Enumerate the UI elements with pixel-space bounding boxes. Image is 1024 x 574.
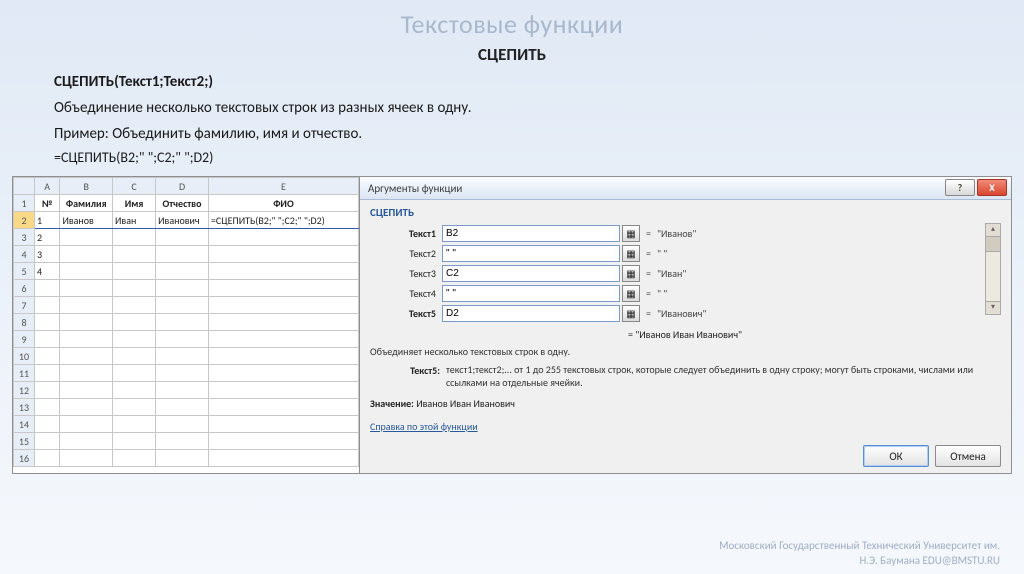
slide-title: Текстовые функции — [0, 0, 1024, 40]
col-header-a[interactable]: A — [34, 178, 59, 195]
spreadsheet: A B C D E 1 № Фамилия Имя Отчество ФИО 2… — [13, 177, 359, 473]
arg-input-3[interactable] — [442, 265, 620, 282]
value-result: Иванов Иван Иванович — [416, 397, 515, 410]
cell[interactable]: 3 — [34, 246, 59, 263]
row-header[interactable]: 13 — [14, 399, 35, 416]
range-picker-icon[interactable]: ▦ — [622, 245, 640, 262]
cell[interactable]: Отчество — [156, 195, 209, 212]
function-arguments-dialog: Аргументы функции ? X СЦЕПИТЬ Текст1▦="И… — [359, 177, 1011, 473]
arg-input-1[interactable] — [442, 225, 620, 242]
row-header[interactable]: 2 — [14, 212, 35, 229]
row-header[interactable]: 9 — [14, 331, 35, 348]
scroll-down-icon[interactable]: ▾ — [986, 301, 1000, 314]
footer-line-2: Н.Э. Баумана EDU@BMSTU.RU — [719, 554, 1000, 568]
function-hint: Объединяет несколько текстовых строк в о… — [370, 345, 1001, 358]
syntax-line: СЦЕПИТЬ(Текст1;Текст2;) — [54, 73, 970, 91]
cell[interactable]: Имя — [113, 195, 156, 212]
arg-input-5[interactable] — [442, 305, 620, 322]
description: Объединение несколько текстовых строк из… — [54, 99, 970, 117]
cell[interactable]: Иванов — [60, 212, 113, 229]
row-header[interactable]: 4 — [14, 246, 35, 263]
corner-cell[interactable] — [14, 178, 35, 195]
slide-subtitle: СЦЕПИТЬ — [0, 44, 1024, 65]
dialog-title: Аргументы функции — [368, 182, 462, 195]
row-header[interactable]: 14 — [14, 416, 35, 433]
scroll-thumb[interactable] — [986, 237, 1000, 252]
arg-result: "Иванов" — [657, 227, 696, 240]
row-header[interactable]: 5 — [14, 263, 35, 280]
arg-input-4[interactable] — [442, 285, 620, 302]
detail-key: Текст5: — [370, 364, 446, 389]
row-header[interactable]: 15 — [14, 433, 35, 450]
row-header[interactable]: 3 — [14, 229, 35, 246]
row-header[interactable]: 6 — [14, 280, 35, 297]
arg-label: Текст1 — [370, 227, 442, 240]
row-header[interactable]: 7 — [14, 297, 35, 314]
range-picker-icon[interactable]: ▦ — [622, 225, 640, 242]
col-header-c[interactable]: C — [113, 178, 156, 195]
footer: Московский Государственный Технический У… — [719, 539, 1000, 568]
example-line: Пример: Объединить фамилию, имя и отчест… — [54, 125, 970, 143]
arg-result: " " — [657, 247, 667, 260]
row-header[interactable]: 1 — [14, 195, 35, 212]
help-link[interactable]: Справка по этой функции — [370, 420, 478, 433]
cell[interactable]: Фамилия — [60, 195, 113, 212]
range-picker-icon[interactable]: ▦ — [622, 285, 640, 302]
row-header[interactable]: 11 — [14, 365, 35, 382]
row-header[interactable]: 10 — [14, 348, 35, 365]
combined-result: = "Иванов Иван Иванович" — [628, 328, 1001, 341]
arg-input-2[interactable] — [442, 245, 620, 262]
cell[interactable]: =СЦЕПИТЬ(B2;" ";C2;" ";D2) — [208, 212, 358, 229]
scroll-up-icon[interactable]: ▴ — [986, 224, 1000, 237]
args-scrollbar[interactable]: ▴▾ — [985, 223, 1001, 315]
detail-text: текст1;текст2;... от 1 до 255 текстовых … — [446, 364, 1001, 389]
row-header[interactable]: 16 — [14, 450, 35, 467]
function-name: СЦЕПИТЬ — [370, 206, 1001, 219]
col-header-b[interactable]: B — [60, 178, 113, 195]
col-header-d[interactable]: D — [156, 178, 209, 195]
row-header[interactable]: 8 — [14, 314, 35, 331]
row-header[interactable]: 12 — [14, 382, 35, 399]
dialog-titlebar[interactable]: Аргументы функции ? X — [360, 177, 1011, 200]
cell[interactable]: ФИО — [208, 195, 358, 212]
cell[interactable]: Иванович — [156, 212, 209, 229]
cell[interactable]: 4 — [34, 263, 59, 280]
arg-result: " " — [657, 287, 667, 300]
range-picker-icon[interactable]: ▦ — [622, 305, 640, 322]
cell[interactable]: № — [34, 195, 59, 212]
help-icon[interactable]: ? — [945, 179, 975, 196]
arg-label: Текст2 — [370, 247, 442, 260]
close-icon[interactable]: X — [977, 179, 1007, 196]
arg-label: Текст4 — [370, 287, 442, 300]
value-label: Значение: — [370, 397, 414, 410]
formula-line: =СЦЕПИТЬ(B2;" ";C2;" ";D2) — [54, 149, 970, 166]
arg-result: "Иванович" — [657, 307, 707, 320]
arg-label: Текст5 — [370, 307, 442, 320]
arg-label: Текст3 — [370, 267, 442, 280]
range-picker-icon[interactable]: ▦ — [622, 265, 640, 282]
cell[interactable]: 1 — [34, 212, 59, 229]
ok-button[interactable]: ОК — [863, 445, 929, 467]
cancel-button[interactable]: Отмена — [935, 445, 1001, 467]
cell[interactable]: 2 — [34, 229, 59, 246]
arg-result: "Иван" — [657, 267, 686, 280]
footer-line-1: Московский Государственный Технический У… — [719, 539, 1000, 553]
cell[interactable]: Иван — [113, 212, 156, 229]
col-header-e[interactable]: E — [208, 178, 358, 195]
